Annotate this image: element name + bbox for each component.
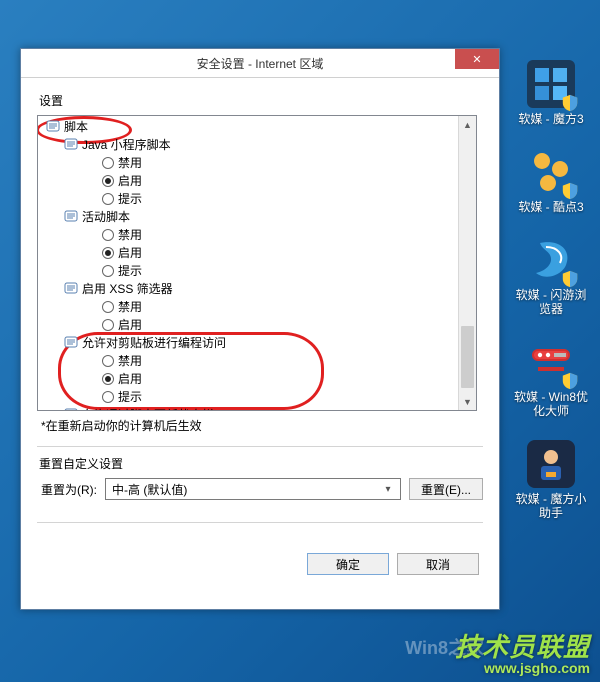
option-label: 禁用 <box>118 154 142 172</box>
tree-group: Java 小程序脚本 <box>64 136 476 154</box>
tree-option[interactable]: 启用 <box>84 244 476 262</box>
tree-category-scripts: 脚本 <box>46 118 476 136</box>
radio-icon <box>102 319 114 331</box>
radio-icon <box>102 229 114 241</box>
tree-label: 启用 XSS 筛选器 <box>82 282 173 296</box>
divider <box>37 522 483 523</box>
tree-option[interactable]: 禁用 <box>84 226 476 244</box>
button-label: 取消 <box>426 556 450 573</box>
desktop-icon-label: 软媒 - 魔方3 <box>511 112 591 126</box>
scrollbar[interactable]: ▲ ▼ <box>458 116 476 410</box>
shield-icon <box>561 270 579 288</box>
option-label: 启用 <box>118 316 142 334</box>
radio-icon <box>102 301 114 313</box>
radio-icon <box>102 175 114 187</box>
desktop-icon-label: 软媒 - 魔方小助手 <box>511 492 591 520</box>
option-label: 提示 <box>118 388 142 406</box>
scroll-icon <box>46 119 60 133</box>
option-label: 提示 <box>118 190 142 208</box>
tree-label: 允许通过脚本更新状态栏 <box>82 408 214 411</box>
tree-option[interactable]: 提示 <box>84 388 476 406</box>
reset-button[interactable]: 重置(E)... <box>409 478 483 500</box>
desktop-icon-assistant[interactable]: 软媒 - 魔方小助手 <box>511 440 591 520</box>
option-label: 提示 <box>118 262 142 280</box>
watermark: 技术员联盟 www.jsgho.com <box>455 627 590 676</box>
settings-label: 设置 <box>39 92 483 109</box>
shield-icon <box>561 372 579 390</box>
radio-icon <box>102 265 114 277</box>
close-button[interactable]: ✕ <box>455 49 499 69</box>
desktop-icon-label: 软媒 - 闪游浏览器 <box>511 288 591 316</box>
reset-row: 重置为(R): 中-高 (默认值) ▾ 重置(E)... <box>41 478 483 500</box>
desktop-icons-column: 软媒 - 魔方3 软媒 - 酷点3 软媒 - 闪游浏览器 软媒 - Win8优化… <box>510 60 592 520</box>
tree-group: 启用 XSS 筛选器 <box>64 280 476 298</box>
desktop-icon-win8opt[interactable]: 软媒 - Win8优化大师 <box>511 338 591 418</box>
shield-icon <box>561 182 579 200</box>
radio-icon <box>102 355 114 367</box>
titlebar[interactable]: 安全设置 - Internet 区域 ✕ <box>21 49 499 78</box>
tree-group: 允许对剪贴板进行编程访问 <box>64 334 476 352</box>
security-settings-dialog: 安全设置 - Internet 区域 ✕ 设置 脚本 <box>20 48 500 610</box>
chevron-down-icon: ▾ <box>380 484 396 495</box>
scroll-icon <box>64 137 78 151</box>
desktop-icon-label: 软媒 - 酷点3 <box>511 200 591 214</box>
radio-icon <box>102 391 114 403</box>
scroll-down-button[interactable]: ▼ <box>459 393 476 410</box>
radio-icon <box>102 247 114 259</box>
scroll-icon <box>64 335 78 349</box>
dialog-title: 安全设置 - Internet 区域 <box>197 55 324 72</box>
scroll-icon <box>64 281 78 295</box>
tree-group: 活动脚本 <box>64 208 476 226</box>
shield-icon <box>561 94 579 112</box>
ok-button[interactable]: 确定 <box>307 553 389 575</box>
desktop-icon-mofang3[interactable]: 软媒 - 魔方3 <box>511 60 591 126</box>
watermark-main: 技术员联盟 <box>455 627 590 664</box>
reset-group-label: 重置自定义设置 <box>39 455 483 472</box>
tree-option[interactable]: 启用 <box>84 172 476 190</box>
option-label: 禁用 <box>118 298 142 316</box>
option-label: 禁用 <box>118 226 142 244</box>
option-label: 启用 <box>118 172 142 190</box>
settings-tree: 脚本 Java 小程序脚本 禁用 启用 提示 活动脚本 禁用 <box>44 118 476 411</box>
reset-level-combobox[interactable]: 中-高 (默认值) ▾ <box>105 478 401 500</box>
button-label: 确定 <box>336 556 360 573</box>
close-icon: ✕ <box>472 53 481 66</box>
tree-option[interactable]: 启用 <box>84 370 476 388</box>
reset-label: 重置为(R): <box>41 481 97 498</box>
cancel-button[interactable]: 取消 <box>397 553 479 575</box>
tree-option[interactable]: 提示 <box>84 262 476 280</box>
tree-option[interactable]: 启用 <box>84 316 476 334</box>
button-label: 重置(E)... <box>421 481 471 498</box>
desktop-icon-kudian3[interactable]: 软媒 - 酷点3 <box>511 148 591 214</box>
tree-option[interactable]: 禁用 <box>84 352 476 370</box>
restart-note: *在重新启动你的计算机后生效 <box>41 417 483 434</box>
dialog-buttons: 确定 取消 <box>37 553 483 575</box>
radio-icon <box>102 157 114 169</box>
tree-label: Java 小程序脚本 <box>82 138 171 152</box>
desktop: 软媒 - 魔方3 软媒 - 酷点3 软媒 - 闪游浏览器 软媒 - Win8优化… <box>0 0 600 682</box>
radio-icon <box>102 373 114 385</box>
scroll-icon <box>64 407 78 411</box>
tree-label: 脚本 <box>64 120 88 134</box>
desktop-icon-shanyou[interactable]: 软媒 - 闪游浏览器 <box>511 236 591 316</box>
desktop-icon-label: 软媒 - Win8优化大师 <box>511 390 591 418</box>
tree-group: 允许通过脚本更新状态栏 <box>64 406 476 411</box>
option-label: 禁用 <box>118 352 142 370</box>
tree-label: 活动脚本 <box>82 210 130 224</box>
radio-icon <box>102 193 114 205</box>
tree-label: 允许对剪贴板进行编程访问 <box>82 336 226 350</box>
settings-listbox[interactable]: 脚本 Java 小程序脚本 禁用 启用 提示 活动脚本 禁用 <box>37 115 477 411</box>
tree-option[interactable]: 提示 <box>84 190 476 208</box>
scroll-icon <box>64 209 78 223</box>
divider <box>37 446 483 447</box>
scroll-up-button[interactable]: ▲ <box>459 116 476 133</box>
scroll-thumb[interactable] <box>461 326 474 388</box>
option-label: 启用 <box>118 370 142 388</box>
combo-value: 中-高 (默认值) <box>112 481 187 498</box>
tree-option[interactable]: 禁用 <box>84 298 476 316</box>
option-label: 启用 <box>118 244 142 262</box>
tree-option[interactable]: 禁用 <box>84 154 476 172</box>
dialog-content: 设置 脚本 Java 小程序脚本 禁用 启用 <box>21 78 499 585</box>
